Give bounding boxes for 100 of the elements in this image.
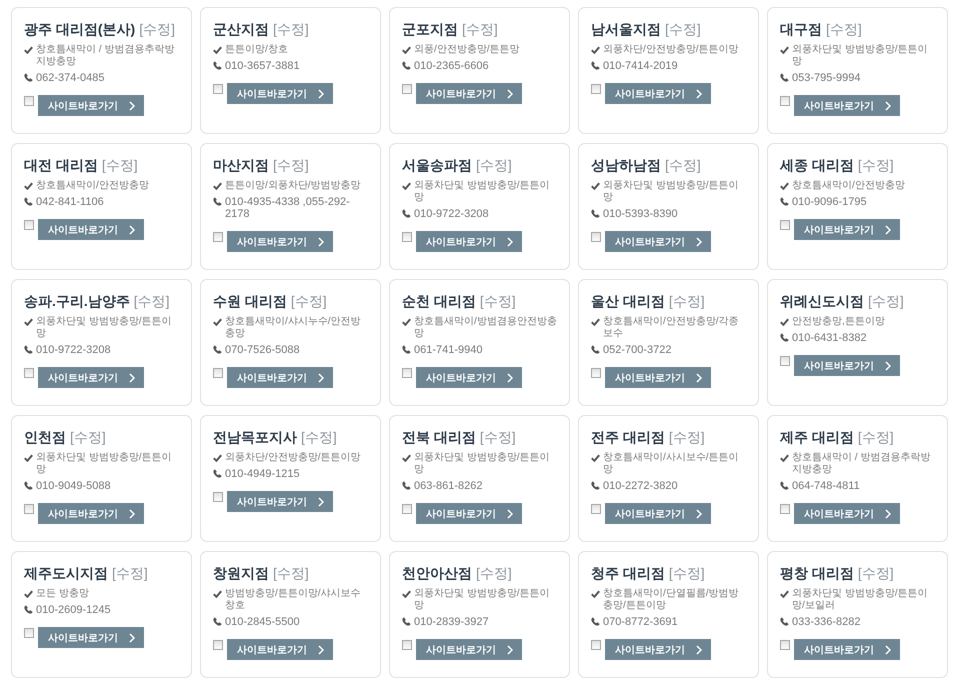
phone-icon — [24, 481, 33, 490]
edit-link[interactable]: [수정] — [290, 293, 327, 309]
checkbox[interactable] — [591, 232, 601, 242]
chevron-right-icon — [318, 496, 324, 506]
branch-name: 위례신도시점 — [780, 293, 864, 309]
service-text: 외풍차단및 방범방충망/튼튼이망 — [414, 180, 551, 204]
edit-link[interactable]: [수정] — [273, 565, 309, 581]
checkbox[interactable] — [780, 504, 790, 514]
site-link-button[interactable]: 사이트바로가기 — [605, 503, 711, 524]
checkbox[interactable] — [213, 640, 223, 650]
site-link-button[interactable]: 사이트바로가기 — [38, 503, 144, 524]
branch-name: 울산 대리점 — [591, 293, 665, 309]
edit-link[interactable]: [수정] — [668, 429, 705, 445]
edit-link[interactable]: [수정] — [858, 157, 894, 173]
edit-link[interactable]: [수정] — [480, 293, 516, 309]
site-link-button[interactable]: 사이트바로가기 — [416, 367, 522, 388]
site-link-button[interactable]: 사이트바로가기 — [416, 639, 522, 660]
site-link-button[interactable]: 사이트바로가기 — [227, 83, 333, 104]
checkbox[interactable] — [780, 220, 790, 230]
edit-link[interactable]: [수정] — [70, 429, 106, 445]
checkbox[interactable] — [591, 504, 601, 514]
checkbox[interactable] — [402, 232, 412, 242]
checkbox[interactable] — [402, 504, 412, 514]
edit-link[interactable]: [수정] — [868, 293, 904, 309]
checkbox[interactable] — [24, 96, 34, 106]
checkbox[interactable] — [213, 368, 223, 378]
check-icon — [213, 454, 222, 462]
site-link-button[interactable]: 사이트바로가기 — [605, 231, 711, 252]
edit-link[interactable]: [수정] — [858, 429, 894, 445]
site-link-button[interactable]: 사이트바로가기 — [605, 83, 711, 104]
site-link-button[interactable]: 사이트바로가기 — [794, 219, 900, 240]
edit-link[interactable]: [수정] — [476, 565, 512, 581]
checkbox[interactable] — [780, 96, 790, 106]
checkbox[interactable] — [24, 368, 34, 378]
branch-name: 전북 대리점 — [402, 429, 476, 445]
checkbox[interactable] — [213, 492, 223, 502]
branch-name: 인천점 — [24, 429, 66, 445]
edit-link[interactable]: [수정] — [462, 21, 498, 37]
checkbox[interactable] — [591, 84, 601, 94]
phone-number: 010-6431-8382 — [792, 332, 868, 344]
site-link-button[interactable]: 사이트바로가기 — [227, 639, 333, 660]
edit-link[interactable]: [수정] — [139, 21, 175, 37]
site-link-button[interactable]: 사이트바로가기 — [794, 355, 900, 376]
edit-link[interactable]: [수정] — [668, 565, 705, 581]
branch-name: 전남목포지사 — [213, 429, 297, 445]
chevron-right-icon — [696, 508, 702, 518]
service-text: 외풍차단및 방범방충망/튼튼이망/보일러 — [792, 588, 929, 612]
checkbox[interactable] — [402, 368, 412, 378]
site-link-button[interactable]: 사이트바로가기 — [416, 83, 522, 104]
checkbox[interactable] — [213, 232, 223, 242]
edit-link[interactable]: [수정] — [134, 293, 170, 309]
site-link-button[interactable]: 사이트바로가기 — [38, 219, 144, 240]
service-text: 창호틈새막이/방범겸용안전방충망 — [414, 316, 558, 340]
edit-link[interactable]: [수정] — [480, 429, 516, 445]
edit-link[interactable]: [수정] — [665, 157, 701, 173]
checkbox[interactable] — [780, 356, 790, 366]
edit-link[interactable]: [수정] — [273, 21, 309, 37]
branch-name: 수원 대리점 — [213, 293, 287, 309]
checkbox[interactable] — [780, 640, 790, 650]
site-link-button[interactable]: 사이트바로가기 — [794, 503, 900, 524]
checkbox[interactable] — [213, 84, 223, 94]
edit-link[interactable]: [수정] — [665, 21, 701, 37]
site-link-button[interactable]: 사이트바로가기 — [227, 231, 333, 252]
phone-number: 033-336-8282 — [792, 616, 862, 628]
site-link-button[interactable]: 사이트바로가기 — [227, 491, 333, 512]
checkbox[interactable] — [24, 504, 34, 514]
edit-link[interactable]: [수정] — [668, 293, 705, 309]
branch-name: 성남하남점 — [591, 157, 661, 173]
edit-link[interactable]: [수정] — [826, 21, 862, 37]
site-link-button[interactable]: 사이트바로가기 — [794, 95, 900, 116]
branch-name: 군산지점 — [213, 21, 269, 37]
branch-name: 평창 대리점 — [780, 565, 854, 581]
service-text: 외풍차단및 방범방충망/튼튼이망 — [414, 588, 551, 612]
checkbox[interactable] — [24, 628, 34, 638]
branch-name: 군포지점 — [402, 21, 458, 37]
edit-link[interactable]: [수정] — [273, 157, 309, 173]
site-link-button[interactable]: 사이트바로가기 — [416, 231, 522, 252]
checkbox[interactable] — [24, 220, 34, 230]
chevron-right-icon — [129, 508, 135, 518]
check-icon — [24, 590, 33, 598]
site-link-button[interactable]: 사이트바로가기 — [38, 627, 144, 648]
site-link-button[interactable]: 사이트바로가기 — [38, 367, 144, 388]
checkbox[interactable] — [591, 640, 601, 650]
branch-name: 세종 대리점 — [780, 157, 854, 173]
edit-link[interactable]: [수정] — [858, 565, 894, 581]
chevron-right-icon — [696, 88, 702, 98]
site-link-button[interactable]: 사이트바로가기 — [605, 639, 711, 660]
site-link-button[interactable]: 사이트바로가기 — [605, 367, 711, 388]
site-link-button[interactable]: 사이트바로가기 — [38, 95, 144, 116]
site-link-button[interactable]: 사이트바로가기 — [227, 367, 333, 388]
site-link-button[interactable]: 사이트바로가기 — [794, 639, 900, 660]
edit-link[interactable]: [수정] — [301, 429, 337, 445]
phone-icon — [213, 617, 222, 626]
edit-link[interactable]: [수정] — [476, 157, 512, 173]
edit-link[interactable]: [수정] — [102, 157, 138, 173]
site-link-button[interactable]: 사이트바로가기 — [416, 503, 522, 524]
edit-link[interactable]: [수정] — [112, 565, 148, 581]
checkbox[interactable] — [402, 84, 412, 94]
checkbox[interactable] — [402, 640, 412, 650]
checkbox[interactable] — [591, 368, 601, 378]
